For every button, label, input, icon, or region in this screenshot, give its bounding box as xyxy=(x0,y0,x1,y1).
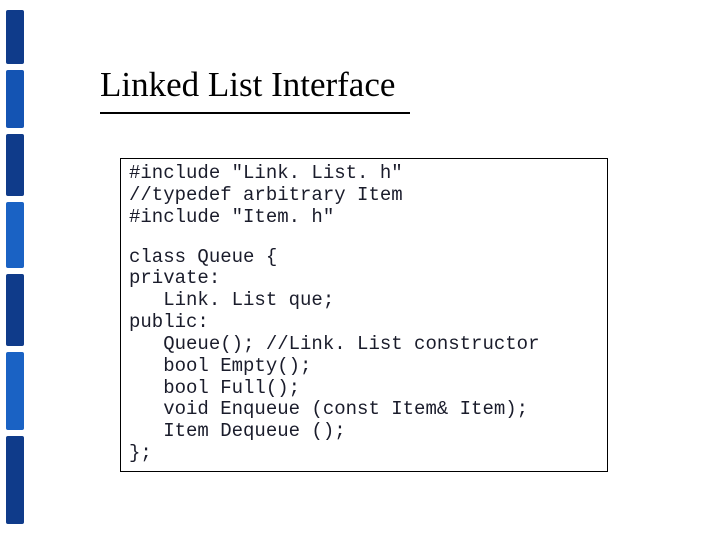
deco-strip xyxy=(6,274,24,346)
deco-strip xyxy=(6,70,24,128)
code-line: void Enqueue (const Item& Item); xyxy=(129,399,599,421)
code-line: private: xyxy=(129,268,599,290)
code-line: }; xyxy=(129,443,599,465)
deco-strip xyxy=(6,352,24,430)
page-title: Linked List Interface xyxy=(100,66,395,105)
code-line: #include "Item. h" xyxy=(129,207,599,229)
code-line: class Queue { xyxy=(129,247,599,269)
code-line: Link. List que; xyxy=(129,290,599,312)
code-box: #include "Link. List. h" //typedef arbit… xyxy=(120,158,608,472)
left-decoration xyxy=(0,0,32,540)
code-line: Item Dequeue (); xyxy=(129,421,599,443)
deco-strip xyxy=(6,134,24,196)
code-line: public: xyxy=(129,312,599,334)
code-gap xyxy=(129,229,599,247)
slide: Linked List Interface #include "Link. Li… xyxy=(0,0,720,540)
code-line: bool Empty(); xyxy=(129,356,599,378)
deco-strip xyxy=(6,436,24,524)
title-underline xyxy=(100,112,410,114)
code-line: bool Full(); xyxy=(129,378,599,400)
code-line: //typedef arbitrary Item xyxy=(129,185,599,207)
code-line: #include "Link. List. h" xyxy=(129,163,599,185)
deco-strip xyxy=(6,10,24,64)
deco-strip xyxy=(6,202,24,268)
code-line: Queue(); //Link. List constructor xyxy=(129,334,599,356)
